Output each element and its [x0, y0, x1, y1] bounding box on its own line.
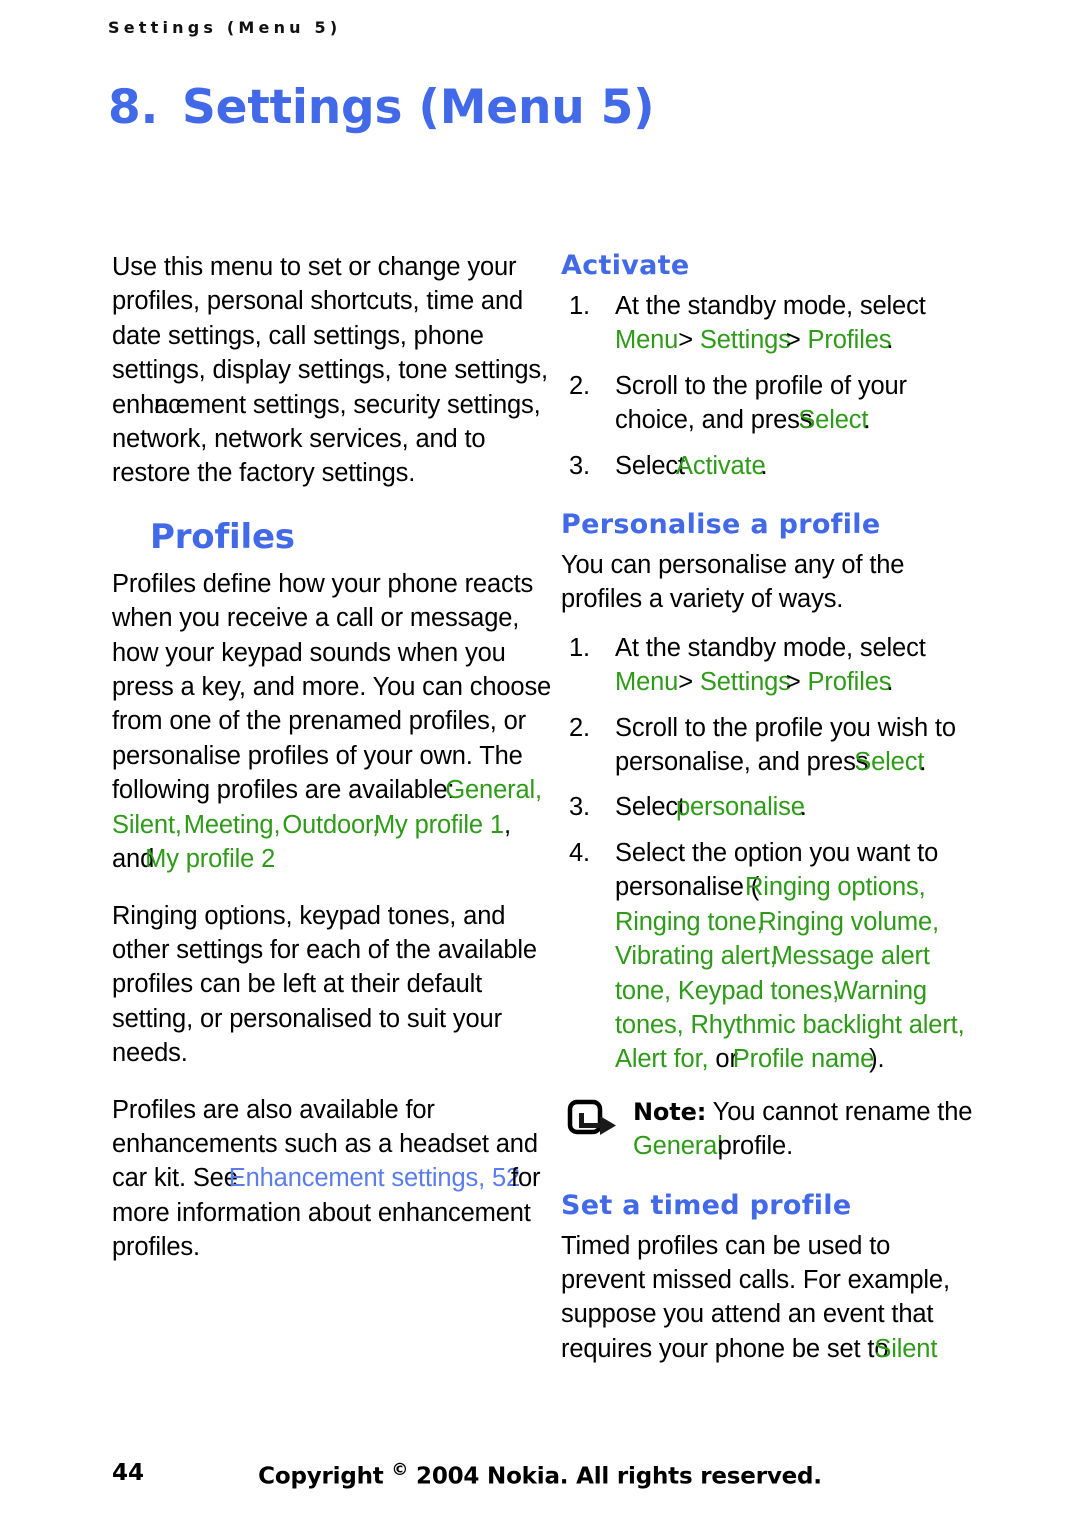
profiles-paragraph-1: Profiles define how your phone reacts wh… — [112, 567, 564, 877]
note-text-b: profile. — [717, 1132, 794, 1161]
step-text: Select — [615, 451, 685, 480]
step-item: 1. At the standby mode, select Menu> Set… — [561, 289, 981, 358]
step-item: 2. Scroll to the profile of your choice,… — [561, 369, 981, 438]
xref-enhancement-settings-part1[interactable]: Enhancement — [229, 1164, 385, 1192]
step-marker: 1. — [569, 292, 590, 320]
step-marker: 2. — [569, 371, 590, 400]
note-callout: Note: You cannot rename the Generalprofi… — [561, 1095, 981, 1164]
option-keypad-tones: Keypad tones — [677, 976, 833, 1005]
intro-text-a: Use this menu to set or change your — [112, 253, 517, 281]
step-marker: 2. — [569, 713, 590, 742]
step-marker: 1. — [569, 633, 590, 662]
timed-profile-paragraph: Timed profiles can be used to prevent mi… — [561, 1229, 981, 1367]
profiles-paragraph-3: Profiles are also available for enhancem… — [112, 1093, 564, 1265]
copyright-notice: Copyright © 2004 Nokia. All rights reser… — [0, 1460, 1080, 1490]
step-marker: 3. — [569, 793, 590, 822]
arrow-1: > — [678, 326, 693, 355]
option-ringing-volume: Ringing volume — [758, 907, 932, 936]
subsection-heading-personalise: Personalise a profile — [561, 509, 881, 541]
ui-settings: Settings — [699, 326, 791, 355]
step-text-end: . — [919, 748, 927, 777]
step-text-end: . — [886, 326, 894, 355]
ui-profiles: Profiles — [807, 326, 892, 355]
note-text-a: You cannot rename the — [712, 1097, 973, 1126]
activate-steps-list: 1. At the standby mode, select Menu> Set… — [561, 289, 981, 483]
step-item: 4. Select the option you want to persona… — [561, 836, 981, 1077]
right-column: Activate 1. At the standby mode, select … — [561, 250, 981, 1380]
copyright-symbol: © — [391, 1460, 409, 1480]
xref-enhancement-settings-part2[interactable]: settings, 52 — [391, 1164, 520, 1192]
step-marker: 4. — [569, 838, 590, 867]
option-alert-for: Alert for — [615, 1045, 702, 1074]
option-profile-name: Profile name — [732, 1045, 875, 1074]
step-text: At the standby mode, select — [615, 633, 926, 662]
sep-3: , — [273, 810, 281, 839]
chapter-title-text: Settings (Menu 5) — [182, 80, 655, 135]
intro-text-c: ement settings, security settings, netwo… — [112, 390, 541, 488]
note-pointer-icon — [567, 1099, 623, 1141]
step-text: Select — [615, 793, 685, 822]
profile-name-meeting: Meeting — [183, 810, 274, 839]
ui-select: Select — [798, 406, 869, 435]
left-column: Use this menu to set or change your prof… — [112, 250, 564, 1279]
step-item: 3. SelectActivate. — [561, 449, 981, 483]
page-footer: 44 Copyright © 2004 Nokia. All rights re… — [0, 1460, 1080, 1494]
ui-select: Select — [854, 748, 925, 777]
document-page: Settings (Menu 5) 8. Settings (Menu 5) Us… — [0, 0, 1080, 1530]
profiles-paragraph-2: Ringing options, keypad tones, and other… — [112, 901, 537, 1068]
step-text-end: ). — [869, 1045, 885, 1074]
step-text-end: . — [886, 668, 894, 697]
ui-profiles: Profiles — [807, 668, 892, 697]
step-text-end: . — [760, 451, 768, 480]
profile-name-general: General — [445, 776, 535, 805]
option-ringing-options: Ringing options — [745, 873, 919, 902]
note-label: Note: — [633, 1097, 707, 1126]
arrow-2: > — [785, 668, 801, 697]
running-header: Settings (Menu 5) — [108, 18, 342, 37]
profile-name-silent: Silent — [112, 810, 175, 839]
step-item: 3. Selectpersonalise. — [561, 790, 981, 824]
profile-name-my-profile-1: My profile 1 — [373, 810, 504, 839]
copyright-pre: Copyright — [258, 1463, 392, 1490]
sep-2: , — [174, 810, 182, 839]
personalise-intro: You can personalise any of the profiles … — [561, 551, 905, 614]
step-text-end: . — [863, 406, 871, 435]
step-text: At the standby mode, select — [615, 292, 926, 320]
intro-paragraph: Use this menu to set or change your prof… — [112, 250, 564, 491]
profiles-p1-text: Profiles define how your phone reacts wh… — [112, 569, 552, 805]
arrow-1: > — [678, 668, 693, 697]
step-text-end: . — [799, 793, 807, 822]
personalise-steps-list: 1. At the standby mode, select Menu> Set… — [561, 631, 981, 1077]
ui-settings: Settings — [699, 668, 791, 697]
step-marker: 3. — [569, 451, 590, 480]
section-heading-profiles: Profiles — [150, 516, 295, 557]
ui-activate: Activate — [675, 451, 766, 480]
ui-menu: Menu — [615, 668, 679, 697]
ui-personalise: personalise — [675, 793, 805, 822]
ui-menu: Menu — [615, 326, 679, 355]
copyright-post: 2004 Nokia. All rights reserved. — [408, 1463, 822, 1490]
subsection-heading-activate: Activate — [561, 250, 690, 281]
profile-name-outdoor: Outdoor — [282, 810, 372, 839]
arrow-2: > — [785, 326, 801, 355]
subsection-heading-timed-profile: Set a timed profile — [561, 1189, 852, 1221]
step-item: 1. At the standby mode, select Menu> Set… — [561, 631, 981, 700]
profile-name-my-profile-2: My profile 2 — [145, 845, 276, 874]
option-rhythmic-backlight-alert: Rhythmic backlight alert — [690, 1010, 958, 1039]
page-title: 8. Settings (Menu 5) — [108, 80, 968, 135]
chapter-number: 8. — [108, 80, 159, 135]
ui-general: General — [633, 1132, 723, 1161]
sep-1: , — [535, 776, 542, 805]
option-vibrating-alert: Vibrating alert — [615, 942, 770, 971]
step-item: 2. Scroll to the profile you wish to per… — [561, 711, 981, 780]
option-ringing-tone: Ringing tone — [615, 907, 757, 936]
ui-silent: Silent — [874, 1334, 938, 1363]
